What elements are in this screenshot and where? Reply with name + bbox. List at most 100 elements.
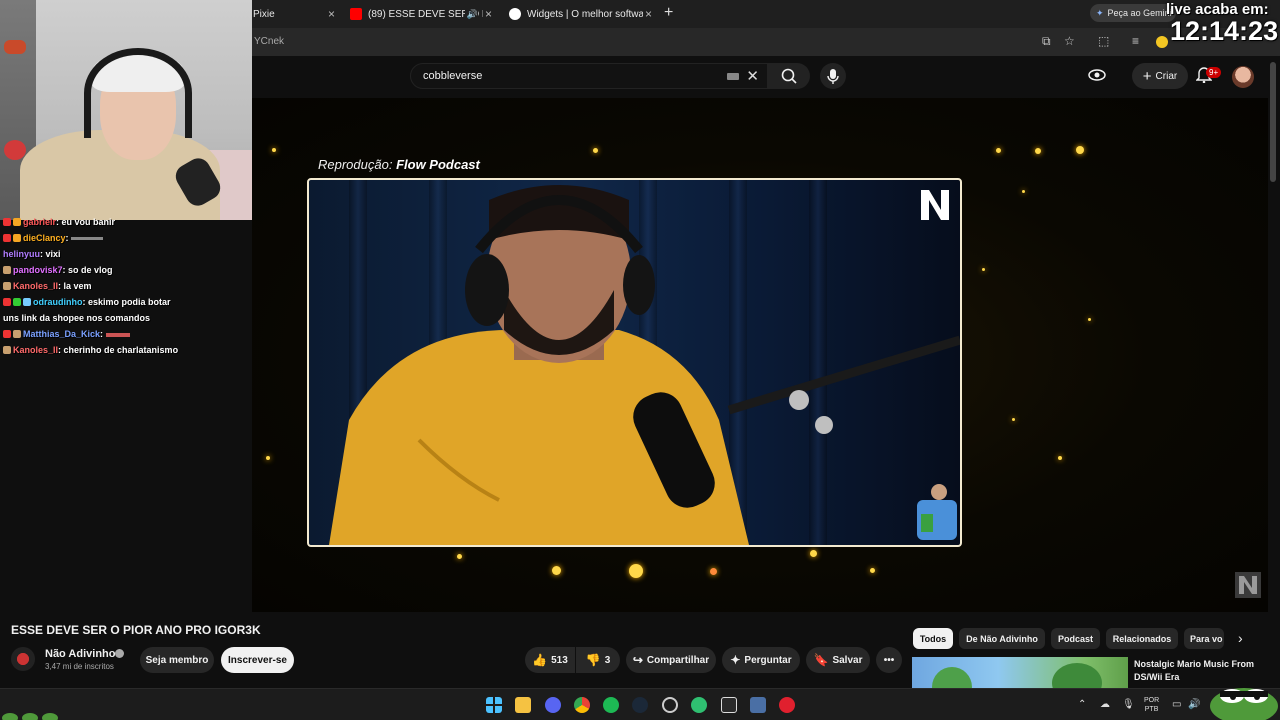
join-label: Seja membro (145, 654, 209, 666)
shelf-item (4, 40, 26, 54)
chat-emote (105, 332, 130, 337)
app-red-icon[interactable] (779, 697, 795, 713)
chat-message: Kanoles_II: cherinho de charlatanismo (0, 342, 252, 358)
network-icon[interactable]: ▭ (1172, 699, 1181, 710)
verified-icon (115, 649, 124, 658)
tab-pixie[interactable]: Pixie × (253, 4, 335, 24)
chevron-right-icon[interactable]: › (1238, 630, 1243, 646)
close-tab-icon[interactable]: × (642, 7, 652, 21)
app-terminal-icon[interactable] (721, 697, 737, 713)
search-button[interactable] (768, 63, 810, 89)
search-input[interactable]: cobbleverse ✕ (410, 63, 768, 89)
clear-search-icon[interactable]: ✕ (746, 67, 759, 85)
discord-icon[interactable] (545, 697, 561, 713)
search-query: cobbleverse (423, 70, 483, 82)
page-scrollbar[interactable] (1270, 62, 1276, 182)
new-tab-icon[interactable]: + (664, 4, 673, 22)
chip-for-you[interactable]: Para vo (1184, 628, 1224, 649)
channel-avatar[interactable] (11, 647, 35, 671)
chat-badge-icon (23, 298, 31, 306)
dislike-button[interactable]: 👎 3 (576, 647, 620, 673)
share-icon: ↪ (632, 653, 643, 667)
account-avatar[interactable] (1232, 66, 1254, 88)
chip-related[interactable]: Relacionados (1106, 628, 1178, 649)
channel-branding-watermark-icon[interactable] (1235, 572, 1261, 598)
close-tab-icon[interactable]: × (328, 7, 335, 21)
input-language[interactable]: POR PTB (1144, 696, 1159, 714)
chat-badge-icon (3, 330, 11, 338)
keyboard-icon[interactable] (727, 73, 739, 80)
thumbs-down-icon: 👎 (585, 653, 601, 667)
video-player[interactable]: Reprodução: Flow Podcast (252, 98, 1268, 612)
save-button[interactable]: 🔖 Salvar (806, 647, 870, 673)
steam-icon[interactable] (632, 697, 648, 713)
audio-playing-icon[interactable]: 🔊 (464, 8, 478, 20)
install-app-icon[interactable]: ⧉ (1042, 34, 1051, 49)
subscribe-button[interactable]: Inscrever-se (221, 647, 294, 673)
chat-username: dieClancy (23, 233, 66, 243)
file-explorer-icon[interactable] (515, 697, 531, 713)
like-button[interactable]: 👍 513 (525, 647, 575, 673)
voice-search-button[interactable] (820, 63, 846, 89)
microphone-icon (827, 69, 839, 84)
tray-chevron-up-icon[interactable]: ⌃ (1078, 699, 1086, 710)
volume-icon[interactable]: 🔊 (1188, 699, 1200, 710)
gemini-button[interactable]: ✦ Peça ao Gemini (1090, 4, 1176, 22)
chat-text: la vem (63, 281, 92, 291)
bokeh-light (982, 268, 985, 271)
ask-button[interactable]: ✦ Perguntar (722, 647, 800, 673)
chrome-icon[interactable] (574, 697, 590, 713)
app-box-icon[interactable] (750, 697, 766, 713)
obs-icon[interactable] (662, 697, 678, 713)
more-actions-button[interactable]: ••• (876, 647, 902, 673)
chip-label: De Não Adivinho (966, 633, 1038, 644)
chip-label: Podcast (1057, 633, 1093, 644)
chip-from-channel[interactable]: De Não Adivinho (959, 628, 1045, 649)
chat-message: Kanoles_II: la vem (0, 278, 252, 294)
bokeh-light (1076, 146, 1084, 154)
spotify-icon[interactable] (603, 697, 619, 713)
chat-badge-icon (3, 298, 11, 306)
bokeh-light (1022, 190, 1025, 193)
gemini-sparkle-icon: ✦ (1096, 7, 1104, 18)
chat-badge-icon (13, 298, 21, 306)
bookmark-star-icon[interactable]: ☆ (1064, 34, 1075, 48)
chat-badge-icon (3, 266, 11, 274)
chat-message: odraudinho: eskimo podia botar (0, 294, 252, 310)
channel-name[interactable]: Não Adivinho (45, 648, 115, 660)
create-button[interactable]: + Criar (1132, 63, 1188, 89)
join-member-button[interactable]: Seja membro (140, 647, 214, 673)
chat-username: odraudinho (33, 297, 83, 307)
share-button[interactable]: ↪ Compartilhar (626, 647, 716, 673)
profile-icon[interactable] (1156, 36, 1168, 48)
chat-text: eu vou banir (61, 217, 116, 227)
create-label: Criar (1155, 70, 1178, 82)
windows-taskbar: ⌃ ☁ 🎙 POR PTB ▭ 🔊 (0, 688, 1280, 720)
sparkle-icon: ✦ (730, 653, 741, 667)
tray-cloud-icon[interactable]: ☁ (1100, 699, 1110, 710)
lang-line1: POR (1144, 697, 1160, 704)
tab-youtube-video[interactable]: (89) ESSE DEVE SER O PIOR 🔊 × (350, 4, 492, 24)
video-frame (307, 178, 962, 547)
chip-podcast[interactable]: Podcast (1051, 628, 1100, 649)
app-green-icon[interactable] (691, 697, 707, 713)
chat-text: eskimo podia botar (88, 297, 171, 307)
close-tab-icon[interactable]: × (482, 7, 492, 21)
bokeh-light (272, 148, 276, 152)
tray-mic-icon[interactable]: 🎙 (1122, 699, 1135, 710)
chip-all[interactable]: Todos (913, 628, 953, 649)
eye-icon[interactable] (1088, 68, 1106, 82)
extensions-icon[interactable]: ⬚ (1098, 34, 1109, 48)
plus-icon: + (1142, 67, 1152, 85)
chat-username: gabrielr (23, 217, 57, 227)
bokeh-light (996, 148, 1001, 153)
windows-start-icon[interactable] (486, 697, 502, 713)
screen: { "browser": { "tabs": [ {"title": "Pixi… (0, 0, 1280, 720)
tab-widgets[interactable]: Widgets | O melhor software p × (509, 4, 652, 24)
chip-label: Todos (919, 633, 947, 644)
stream-chat: gabrielr: eu vou banir dieClancy: heliny… (0, 214, 252, 358)
chat-message: helinyuu: vixi (3, 249, 61, 259)
tab-title: Widgets | O melhor software p (527, 8, 652, 20)
media-control-icon[interactable]: ≡ (1132, 34, 1139, 48)
address-bar[interactable]: YCnek ⧉ ☆ ⬚ ≡ (252, 28, 1280, 56)
